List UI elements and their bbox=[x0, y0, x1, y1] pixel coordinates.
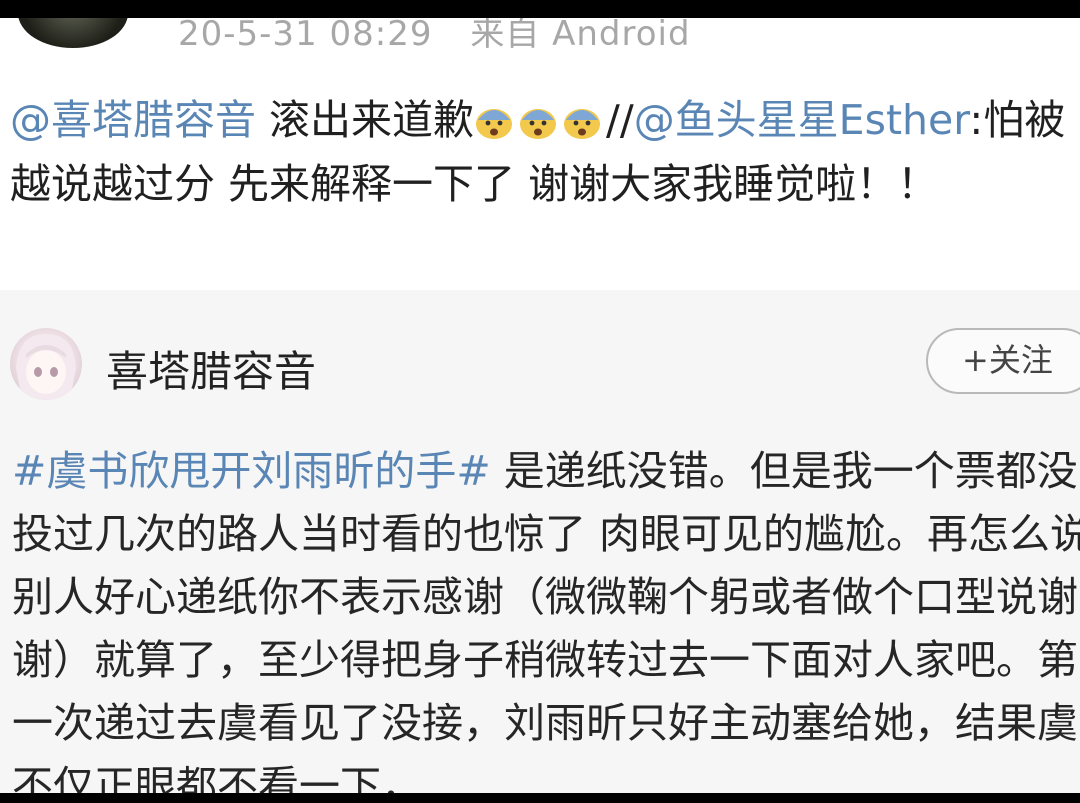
fearful-face-emoji-icon bbox=[476, 109, 513, 139]
fearful-face-emoji-icon bbox=[564, 109, 601, 139]
fearful-face-emoji-icon bbox=[520, 109, 557, 139]
post-timestamp: 20-5-31 08:29 bbox=[178, 18, 433, 54]
follow-button[interactable]: +关注 bbox=[926, 328, 1080, 394]
original-author-name[interactable]: 喜塔腊容音 bbox=[106, 338, 316, 399]
bottom-black-bar bbox=[0, 793, 1080, 803]
original-post-text: 是递纸没错。但是我一个票都没投过几次的路人当时看的也惊了 肉眼可见的尴尬。再怎么… bbox=[12, 447, 1080, 793]
mention-link[interactable]: @喜塔腊容音 bbox=[10, 96, 256, 144]
poster-avatar[interactable] bbox=[18, 18, 128, 48]
original-post-card[interactable]: 喜塔腊容音 +关注 #虞书欣甩开刘雨昕的手# 是递纸没错。但是我一个票都没投过几… bbox=[0, 290, 1080, 793]
original-post-body: #虞书欣甩开刘雨昕的手# 是递纸没错。但是我一个票都没投过几次的路人当时看的也惊… bbox=[12, 440, 1080, 793]
post-source: 来自 Android bbox=[470, 18, 691, 54]
repost-separator: // bbox=[606, 96, 634, 144]
anime-girl-avatar-icon bbox=[16, 334, 76, 400]
original-author-avatar[interactable] bbox=[10, 328, 82, 400]
mention-link[interactable]: @鱼头星星Esther bbox=[634, 96, 970, 144]
hashtag-link[interactable]: #虞书欣甩开刘雨昕的手# bbox=[12, 447, 491, 495]
post-meta: 20-5-31 08:29 来自 Android bbox=[178, 18, 717, 55]
repost-comment: 滚出来道歉 bbox=[256, 96, 475, 144]
weibo-post-screen: 20-5-31 08:29 来自 Android @喜塔腊容音 滚出来道歉 //… bbox=[0, 18, 1080, 793]
top-black-bar bbox=[0, 0, 1080, 18]
repost-text: @喜塔腊容音 滚出来道歉 //@鱼头星星Esther:怕被越说越过分 先来解释一… bbox=[10, 88, 1070, 216]
